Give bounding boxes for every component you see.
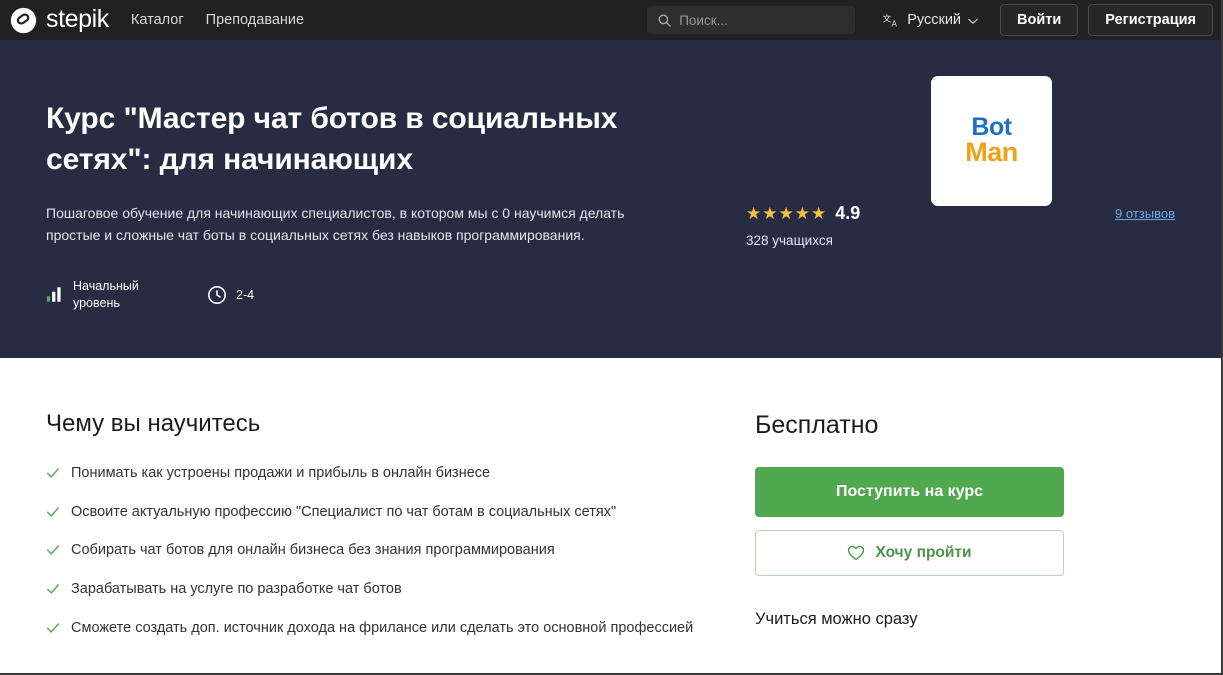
svg-text:A: A — [892, 19, 898, 28]
login-button[interactable]: Войти — [1000, 4, 1079, 36]
search-box[interactable] — [647, 6, 856, 34]
chevron-down-icon — [968, 18, 978, 24]
learn-section-title: Чему вы научитесь — [46, 410, 261, 437]
content-inner: Чему вы научитесь Понимать как устроены … — [46, 358, 1175, 640]
list-item: Понимать как устроены продажи и прибыль … — [46, 463, 746, 485]
svg-text:文: 文 — [883, 13, 892, 23]
check-icon — [47, 506, 59, 517]
top-navbar: stepik Каталог Преподавание 文 A Русский — [0, 0, 1221, 40]
course-summary: Пошаговое обучение для начинающих специа… — [46, 204, 625, 243]
course-hero: Курс "Мастер чат ботов в социальных сетя… — [0, 40, 1221, 358]
wishlist-button[interactable]: Хочу пройти — [755, 530, 1064, 576]
search-icon — [658, 14, 672, 27]
list-item: Освоите актуальную профессию "Специалист… — [46, 502, 746, 524]
nav-link-teaching[interactable]: Преподавание — [206, 12, 304, 28]
rating-value: 4.9 — [835, 203, 861, 223]
enroll-sidebar: Бесплатно Поступить на курс Хочу пройти … — [746, 410, 1175, 640]
primary-nav: Каталог Преподавание — [131, 12, 304, 28]
outcome-text: Освоите актуальную профессию "Специалист… — [71, 503, 617, 520]
course-meta: Начальный уровень 2-4 — [46, 278, 746, 311]
meta-duration-label: 2-4 — [236, 287, 255, 302]
meta-level-label: Начальный уровень — [73, 279, 139, 310]
star-icon: ★ — [794, 203, 810, 223]
learn-column: Чему вы научитесь Понимать как устроены … — [46, 410, 746, 640]
nav-link-catalog[interactable]: Каталог — [131, 12, 184, 28]
translate-icon: 文 A — [883, 13, 898, 28]
outcomes-list: Понимать как устроены продажи и прибыль … — [46, 463, 746, 640]
star-icon: ★ — [811, 203, 827, 223]
check-icon — [47, 468, 59, 478]
star-icon: ★ — [746, 203, 762, 223]
outcome-text: Понимать как устроены продажи и прибыль … — [71, 464, 491, 481]
rating-row: ★ ★ ★ ★ ★ 4.9 — [746, 204, 1175, 222]
stepik-logo-icon — [10, 7, 37, 33]
search-input[interactable] — [679, 12, 846, 28]
enroll-button[interactable]: Поступить на курс — [755, 467, 1064, 517]
meta-level: Начальный уровень — [46, 278, 163, 311]
stepik-brand-name: stepik — [46, 4, 109, 33]
list-item: Собирать чат ботов для онлайн бизнеса бе… — [46, 540, 746, 562]
hero-right-column: Bot Man ★ ★ ★ ★ ★ 4.9 328 учащихся 9 отз… — [746, 40, 1175, 358]
cover-text-man: Man — [965, 137, 1018, 168]
course-cover-image: Bot Man — [931, 76, 1052, 206]
outcome-text: Собирать чат ботов для онлайн бизнеса бе… — [71, 542, 555, 559]
wishlist-label: Хочу пройти — [875, 544, 972, 561]
stepik-brand-link[interactable]: stepik — [10, 4, 109, 34]
hero-left-column: Курс "Мастер чат ботов в социальных сетя… — [46, 40, 746, 358]
star-rating: ★ ★ ★ ★ ★ — [746, 205, 826, 222]
reviews-link[interactable]: 9 отзывов — [1115, 206, 1175, 221]
auth-buttons: Войти Регистрация — [1000, 4, 1213, 36]
language-label: Русский — [907, 12, 962, 28]
list-item: Сможете создать доп. источник дохода на … — [46, 618, 746, 640]
language-selector[interactable]: 文 A Русский — [879, 7, 982, 34]
course-page: stepik Каталог Преподавание 文 A Русский — [0, 0, 1223, 675]
check-icon — [47, 545, 59, 555]
course-title: Курс "Мастер чат ботов в социальных сетя… — [46, 102, 618, 177]
main-content: Чему вы научитесь Понимать как устроены … — [0, 358, 1221, 640]
rating-block: ★ ★ ★ ★ ★ 4.9 328 учащихся 9 отзывов — [746, 204, 1175, 248]
check-icon — [47, 584, 59, 594]
check-icon — [47, 623, 59, 633]
heart-icon — [848, 545, 865, 561]
availability-note: Учиться можно сразу — [755, 610, 918, 628]
register-button[interactable]: Регистрация — [1088, 4, 1213, 36]
clock-icon — [208, 285, 226, 304]
signal-bars-icon — [46, 287, 61, 303]
hero-inner: Курс "Мастер чат ботов в социальных сетя… — [46, 40, 1175, 358]
outcome-text: Зарабатывать на услуге по разработке чат… — [71, 581, 402, 598]
cover-text-bot: Bot — [971, 112, 1012, 141]
meta-duration: 2-4 — [207, 285, 254, 305]
course-price: Бесплатно — [755, 411, 879, 439]
learners-count: 328 учащихся — [746, 233, 833, 248]
star-icon: ★ — [778, 203, 794, 223]
list-item: Зарабатывать на услуге по разработке чат… — [46, 579, 746, 601]
outcome-text: Сможете создать доп. источник дохода на … — [71, 619, 694, 636]
star-icon: ★ — [762, 203, 778, 223]
